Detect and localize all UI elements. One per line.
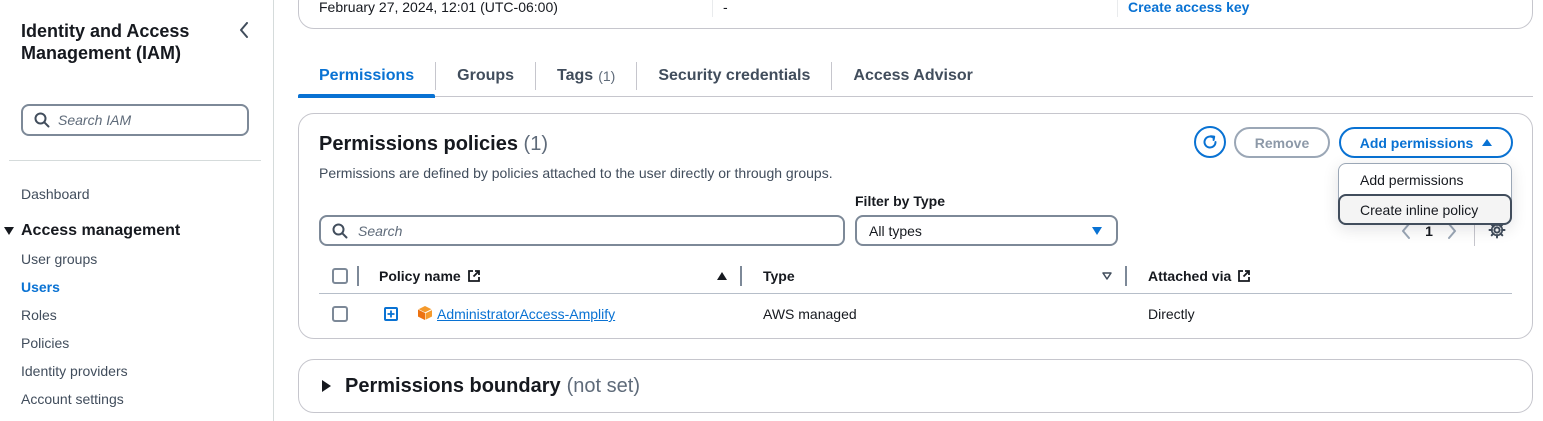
- sort-icon[interactable]: [1102, 272, 1112, 280]
- chevron-left-icon: [240, 22, 248, 38]
- user-summary-card: February 27, 2024, 12:01 (UTC-06:00) - C…: [298, 0, 1533, 29]
- policy-attached-via: Directly: [1148, 306, 1195, 322]
- filter-by-type-label: Filter by Type: [855, 193, 945, 209]
- sidebar: Identity and Access Management (IAM) Das…: [0, 0, 274, 421]
- boundary-title: Permissions boundary: [345, 374, 561, 397]
- sidebar-section-access-management[interactable]: Access management: [4, 222, 180, 240]
- search-icon: [332, 223, 348, 238]
- caret-down-icon: [1092, 226, 1102, 235]
- summary-value: -: [723, 0, 728, 15]
- create-access-key-link[interactable]: Create access key: [1128, 0, 1249, 15]
- sidebar-item-account-settings[interactable]: Account settings: [21, 391, 124, 407]
- sidebar-title: Identity and Access Management (IAM): [21, 21, 190, 63]
- select-all-checkbox[interactable]: [332, 268, 348, 284]
- summary-divider: [1117, 0, 1118, 17]
- refresh-icon: [1203, 135, 1217, 149]
- search-icon: [34, 112, 50, 128]
- column-header-type[interactable]: Type: [763, 258, 795, 294]
- sidebar-item-identity-providers[interactable]: Identity providers: [21, 363, 128, 379]
- tab-label: Tags: [557, 67, 594, 84]
- column-label: Type: [763, 268, 795, 284]
- tab-security-credentials[interactable]: Security credentials: [637, 56, 831, 97]
- sidebar-search-field[interactable]: [21, 104, 249, 136]
- sidebar-search-input[interactable]: [58, 112, 228, 128]
- tab-label: Groups: [457, 67, 515, 84]
- column-label: Policy name: [379, 268, 461, 284]
- permissions-boundary-panel[interactable]: Permissions boundary (not set): [298, 359, 1533, 413]
- external-link-icon: [1238, 270, 1251, 282]
- sidebar-item-roles[interactable]: Roles: [21, 307, 57, 323]
- tab-count: (1): [598, 68, 616, 84]
- caret-right-icon: [322, 380, 331, 392]
- external-link-icon: [467, 270, 480, 282]
- iam-console: Identity and Access Management (IAM) Das…: [0, 0, 1543, 421]
- user-detail-tabs: Permissions Groups Tags (1) Security cre…: [298, 56, 1533, 98]
- row-checkbox[interactable]: [332, 306, 348, 322]
- tab-label: Access Advisor: [853, 67, 973, 84]
- menu-item-add-permissions[interactable]: Add permissions: [1339, 164, 1513, 195]
- column-header-attached-via[interactable]: Attached via: [1148, 258, 1251, 294]
- collapse-sidebar-button[interactable]: [234, 20, 254, 40]
- panel-description: Permissions are defined by policies atta…: [319, 165, 833, 181]
- filter-type-value: All types: [869, 222, 922, 239]
- policy-name-link[interactable]: AdministratorAccess-Amplify: [437, 294, 615, 334]
- sidebar-item-users[interactable]: Users: [21, 279, 60, 295]
- table-header: Policy name Type Attached via: [319, 258, 1512, 294]
- add-permissions-button[interactable]: Add permissions: [1339, 127, 1513, 158]
- caret-up-icon: [1482, 139, 1493, 146]
- sidebar-item-dashboard[interactable]: Dashboard: [21, 186, 90, 202]
- column-label: Attached via: [1148, 268, 1232, 284]
- panel-title: Permissions policies (1): [319, 133, 548, 156]
- chevron-left-icon: [1402, 223, 1410, 239]
- tab-label: Security credentials: [658, 67, 811, 84]
- created-date: February 27, 2024, 12:01 (UTC-06:00): [319, 0, 558, 15]
- column-separator: [357, 266, 359, 286]
- menu-item-create-inline-policy[interactable]: Create inline policy: [1338, 194, 1512, 225]
- caret-down-icon: [4, 227, 14, 235]
- sidebar-divider: [9, 160, 261, 161]
- policy-type: AWS managed: [763, 306, 857, 322]
- column-separator: [1125, 266, 1127, 286]
- permissions-policies-panel: Permissions policies (1) Permissions are…: [298, 113, 1533, 339]
- panel-title-text: Permissions policies: [319, 133, 518, 155]
- sidebar-section-label: Access management: [21, 222, 181, 239]
- boundary-status: (not set): [566, 374, 640, 397]
- policy-search-field[interactable]: [319, 215, 845, 246]
- filter-type-select[interactable]: All types: [855, 215, 1118, 246]
- panel-count: (1): [523, 133, 548, 155]
- chevron-right-icon: [1448, 223, 1456, 239]
- plus-icon: [387, 310, 395, 318]
- sort-ascending-icon[interactable]: [717, 272, 727, 280]
- policy-search-input[interactable]: [358, 222, 838, 239]
- sidebar-item-policies[interactable]: Policies: [21, 335, 69, 351]
- add-permissions-menu: Add permissions Create inline policy: [1338, 163, 1512, 225]
- tab-access-advisor[interactable]: Access Advisor: [832, 56, 993, 97]
- column-separator: [740, 266, 742, 286]
- column-header-policy-name[interactable]: Policy name: [379, 258, 481, 294]
- current-page[interactable]: 1: [1420, 223, 1438, 239]
- aws-managed-policy-icon: [417, 306, 433, 320]
- tab-tags[interactable]: Tags (1): [536, 56, 636, 97]
- remove-button[interactable]: Remove: [1234, 127, 1330, 158]
- table-row: AdministratorAccess-Amplify AWS managed …: [319, 294, 1512, 334]
- add-permissions-label: Add permissions: [1359, 134, 1474, 151]
- refresh-button[interactable]: [1194, 126, 1226, 158]
- expand-row-button[interactable]: [384, 307, 398, 321]
- tab-groups[interactable]: Groups: [436, 56, 535, 97]
- sidebar-item-user-groups[interactable]: User groups: [21, 251, 97, 267]
- tab-label: Permissions: [319, 67, 415, 84]
- tab-permissions[interactable]: Permissions: [298, 56, 436, 98]
- summary-divider: [712, 0, 713, 17]
